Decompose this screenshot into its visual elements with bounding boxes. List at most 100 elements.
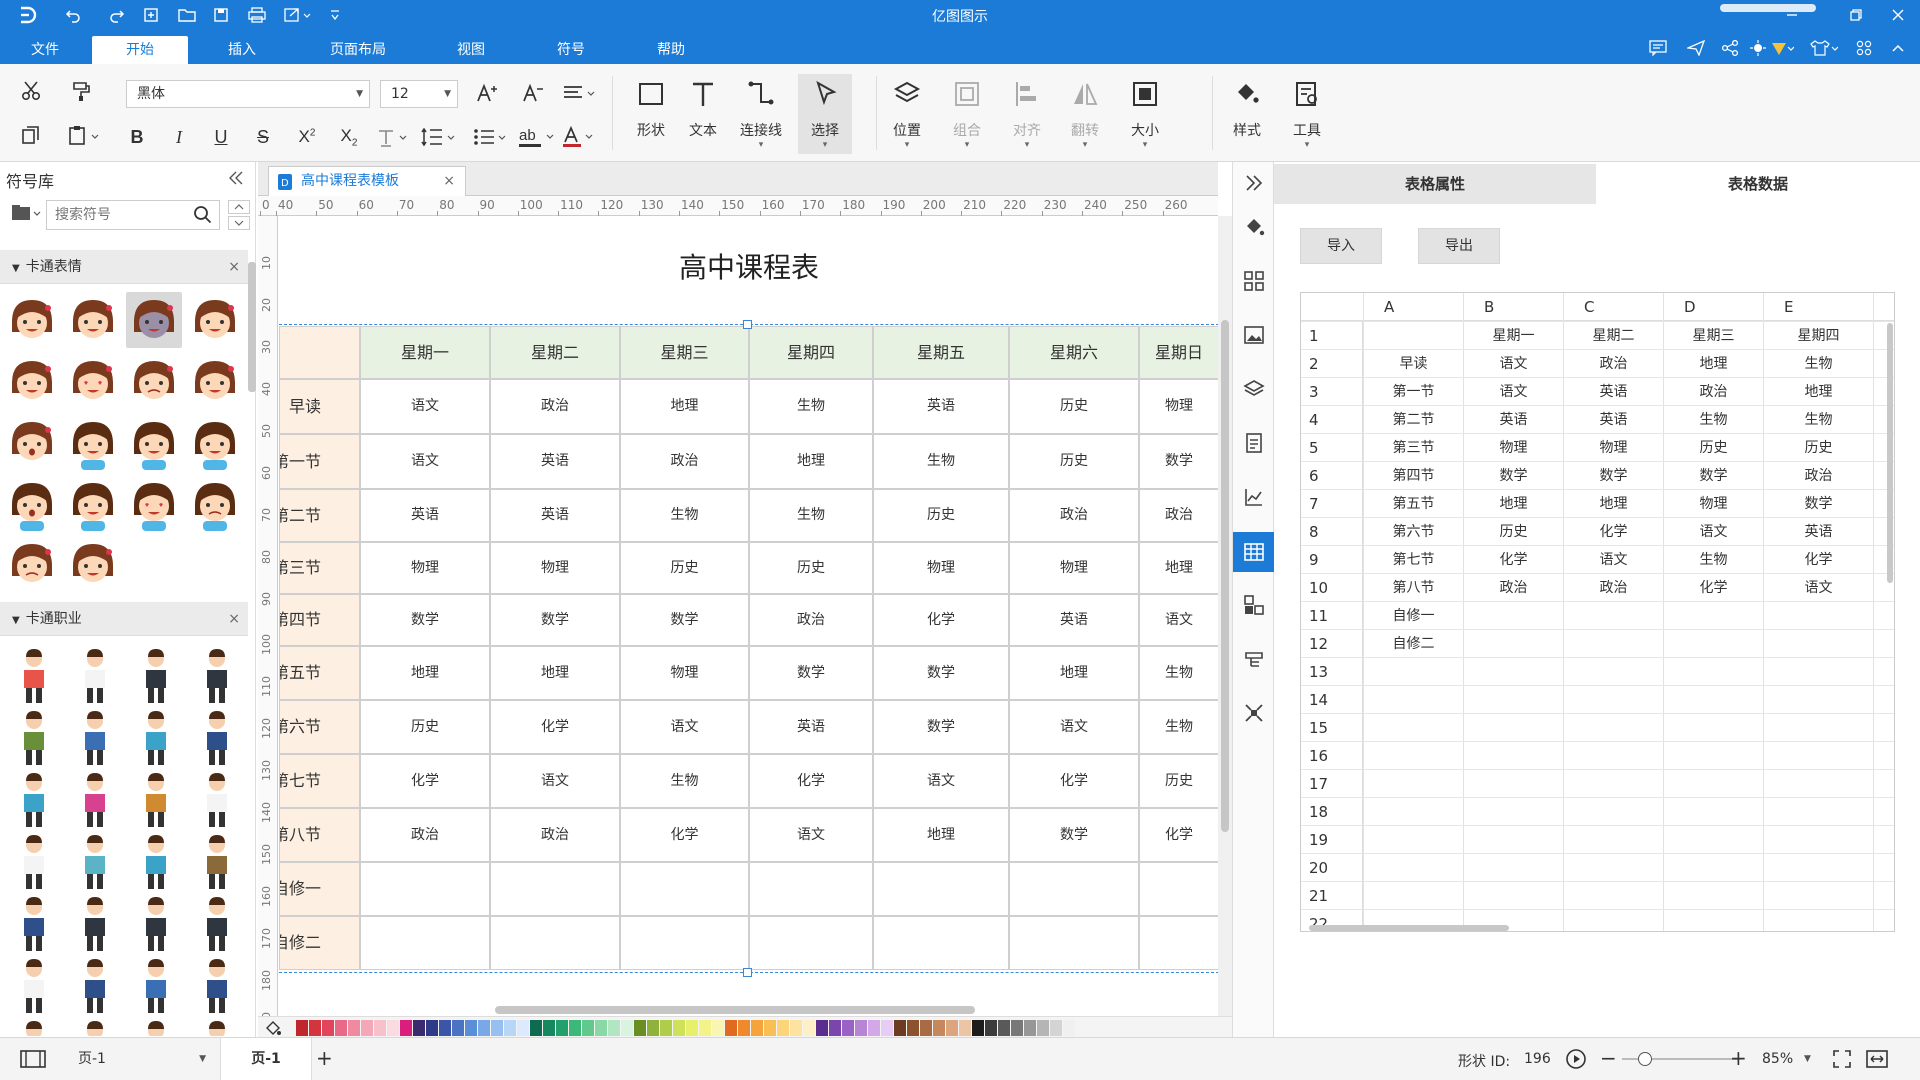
color-swatch[interactable] — [465, 1020, 477, 1036]
close-window-button[interactable] — [1876, 0, 1920, 30]
color-swatch[interactable] — [699, 1020, 711, 1036]
color-swatch[interactable] — [673, 1020, 685, 1036]
color-swatch[interactable] — [426, 1020, 438, 1036]
grid-cell[interactable]: 自修一 — [1363, 601, 1463, 629]
grid-cell[interactable]: 英语 — [1763, 517, 1873, 545]
fill-bucket-icon[interactable] — [264, 1019, 282, 1037]
color-swatch[interactable] — [556, 1020, 568, 1036]
grid-row-number[interactable]: 17 — [1301, 769, 1363, 797]
grid-cell[interactable] — [1663, 657, 1763, 685]
grid-row-number[interactable]: 2 — [1301, 349, 1363, 377]
emoji-symbol[interactable] — [65, 536, 121, 592]
profession-symbol[interactable] — [14, 896, 54, 954]
color-swatch[interactable] — [452, 1020, 464, 1036]
profession-symbol[interactable] — [136, 710, 176, 768]
symbols-grid-icon[interactable] — [1239, 266, 1269, 296]
grid-cell[interactable]: 语文 — [1663, 517, 1763, 545]
color-swatch[interactable] — [686, 1020, 698, 1036]
profession-symbol[interactable] — [75, 896, 115, 954]
profession-symbol[interactable] — [75, 710, 115, 768]
grid-cell[interactable] — [1463, 881, 1563, 909]
color-swatch[interactable] — [764, 1020, 776, 1036]
grid-row-number[interactable]: 20 — [1301, 853, 1363, 881]
tshirt-icon[interactable] — [1808, 38, 1840, 58]
grid-cell[interactable] — [1763, 797, 1873, 825]
profession-symbol[interactable] — [75, 648, 115, 706]
grid-cell[interactable]: 第三节 — [1363, 433, 1463, 461]
color-swatch[interactable] — [582, 1020, 594, 1036]
profession-symbol[interactable] — [197, 772, 237, 830]
grid-row-number[interactable]: 3 — [1301, 377, 1363, 405]
grid-row-number[interactable]: 1 — [1301, 321, 1363, 349]
grid-cell[interactable] — [1873, 741, 1894, 769]
grid-cell[interactable] — [1873, 769, 1894, 797]
play-icon[interactable] — [1565, 1048, 1587, 1070]
page-select[interactable]: 页-1 ▼ — [64, 1044, 210, 1074]
grid-cell[interactable] — [1663, 797, 1763, 825]
spreadsheet-grid[interactable]: ABCDEF1星期一星期二星期三星期四2早读语文政治地理生物3第一节语文英语政治… — [1300, 292, 1895, 932]
minimize-button[interactable] — [1770, 0, 1814, 30]
color-swatch[interactable] — [400, 1020, 412, 1036]
grid-cell[interactable]: 语文 — [1463, 349, 1563, 377]
grid-cell[interactable]: 物理 — [1463, 433, 1563, 461]
grid-cell[interactable]: 数学 — [1563, 461, 1663, 489]
grid-cell[interactable]: 早读 — [1363, 349, 1463, 377]
search-icon[interactable] — [193, 205, 213, 225]
bold-icon[interactable]: B — [122, 122, 152, 152]
grid-cell[interactable] — [1763, 769, 1873, 797]
grid-cell[interactable]: 历史 — [1763, 433, 1873, 461]
grid-cell[interactable]: 第八节 — [1363, 573, 1463, 601]
color-swatch[interactable] — [504, 1020, 516, 1036]
color-swatch[interactable] — [946, 1020, 958, 1036]
color-swatch[interactable] — [998, 1020, 1010, 1036]
grid-cell[interactable] — [1463, 601, 1563, 629]
grid-cell[interactable]: 历史 — [1463, 517, 1563, 545]
grid-cell[interactable]: 物理 — [1563, 433, 1663, 461]
color-swatch[interactable] — [309, 1020, 321, 1036]
grid-cell[interactable] — [1873, 909, 1894, 931]
undo-icon[interactable] — [60, 4, 86, 26]
grid-cell[interactable]: 政治 — [1563, 573, 1663, 601]
fit-page-icon[interactable] — [1866, 1049, 1888, 1069]
color-swatch[interactable] — [881, 1020, 893, 1036]
color-swatch[interactable] — [790, 1020, 802, 1036]
ribbon-button-group[interactable]: 组合 ▾ — [940, 74, 994, 154]
mindmap-icon[interactable] — [1239, 698, 1269, 728]
tab-table-data[interactable]: 表格数据 — [1596, 164, 1920, 204]
grid-cell[interactable]: 数学 — [1663, 461, 1763, 489]
grid-cell[interactable] — [1763, 909, 1873, 931]
scroll-down-button[interactable] — [228, 216, 250, 230]
color-swatch[interactable] — [569, 1020, 581, 1036]
profession-symbol[interactable] — [136, 834, 176, 892]
grid-cell[interactable] — [1563, 769, 1663, 797]
grid-cell[interactable] — [1463, 657, 1563, 685]
grid-row-number[interactable]: 13 — [1301, 657, 1363, 685]
grid-cell[interactable] — [1363, 769, 1463, 797]
grid-cell[interactable] — [1563, 685, 1663, 713]
grid-cell[interactable]: 化学 — [1763, 545, 1873, 573]
grid-row-number[interactable]: 19 — [1301, 825, 1363, 853]
grid-cell[interactable] — [1363, 853, 1463, 881]
grid-cell[interactable] — [1873, 657, 1894, 685]
color-swatch[interactable] — [439, 1020, 451, 1036]
color-swatch[interactable] — [296, 1020, 308, 1036]
font-color-icon[interactable] — [560, 122, 600, 152]
menu-home[interactable]: 开始 — [92, 36, 188, 64]
profession-symbol[interactable] — [75, 958, 115, 1016]
grid-cell[interactable]: 第四节 — [1363, 461, 1463, 489]
color-swatch[interactable] — [907, 1020, 919, 1036]
profession-symbol[interactable] — [197, 834, 237, 892]
chart-icon[interactable] — [1239, 482, 1269, 512]
grid-cell[interactable] — [1763, 601, 1873, 629]
color-swatch[interactable] — [634, 1020, 646, 1036]
grid-cell[interactable] — [1463, 741, 1563, 769]
fullscreen-icon[interactable] — [1832, 1049, 1852, 1069]
color-swatch[interactable] — [738, 1020, 750, 1036]
paste-icon[interactable] — [64, 120, 104, 150]
ribbon-button-text[interactable]: 文本 — [676, 74, 730, 154]
org-chart-icon[interactable] — [1239, 590, 1269, 620]
apps-grid-icon[interactable] — [1852, 38, 1876, 58]
grid-cell[interactable] — [1663, 713, 1763, 741]
grid-cell[interactable] — [1563, 629, 1663, 657]
emoji-symbol[interactable] — [126, 353, 182, 409]
